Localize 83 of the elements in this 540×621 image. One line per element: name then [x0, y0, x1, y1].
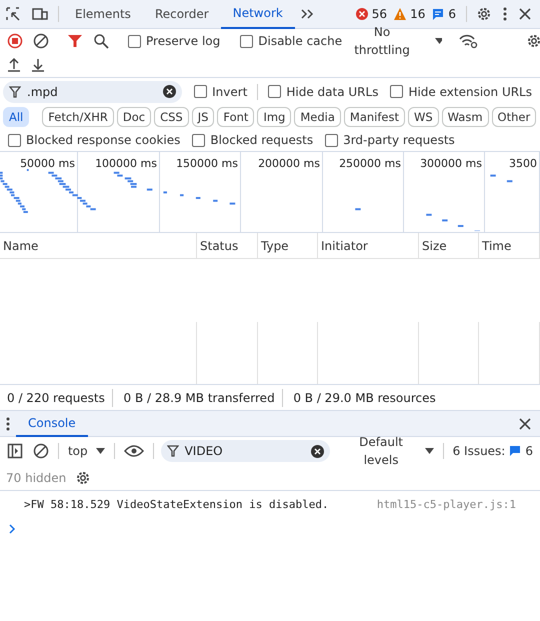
- type-filter[interactable]: Img: [257, 107, 292, 127]
- status-text: 0 / 220 requests: [4, 388, 113, 406]
- time-tick-label: 100000 ms: [95, 157, 157, 170]
- count-text: 16: [410, 6, 426, 23]
- clear-icon[interactable]: [33, 443, 49, 459]
- prompt-icon[interactable]: [8, 524, 16, 534]
- column-header[interactable]: Initiator: [321, 236, 368, 254]
- clear-icon[interactable]: [311, 444, 324, 458]
- checkbox-option[interactable]: Invert: [194, 82, 248, 100]
- drawer-tab[interactable]: Console: [16, 410, 88, 436]
- clear-icon[interactable]: [163, 85, 176, 98]
- inspect-icon[interactable]: [5, 6, 21, 22]
- hidden-count: 70 hidden: [6, 470, 66, 486]
- caret-icon: [434, 38, 442, 44]
- time-tick-label: 50000 ms: [20, 157, 75, 170]
- settings-icon[interactable]: [75, 470, 92, 486]
- export-icon[interactable]: [31, 57, 45, 73]
- checkbox-option[interactable]: Preserve log: [128, 32, 220, 50]
- status-text: 0 B / 28.9 MB transferred: [120, 388, 283, 406]
- count-text: 56: [372, 6, 388, 23]
- type-filter[interactable]: CSS: [154, 107, 189, 127]
- more-menu-icon[interactable]: [5, 416, 11, 432]
- close-icon[interactable]: [518, 416, 532, 430]
- time-tick-label: 250000 ms: [339, 157, 401, 170]
- column-header[interactable]: Type: [261, 236, 289, 254]
- record-stop-icon[interactable]: [7, 33, 23, 49]
- type-filter[interactable]: Wasm: [442, 107, 489, 127]
- settings-icon[interactable]: [526, 33, 540, 49]
- console-message: >FW 58:18.529 VideoStateExtension is disabled.: [24, 497, 329, 513]
- device-toolbar-icon[interactable]: [31, 6, 49, 22]
- panel-tab[interactable]: Network: [220, 0, 295, 28]
- close-icon[interactable]: [518, 7, 532, 21]
- type-filter[interactable]: Media: [294, 107, 341, 127]
- context-dropdown[interactable]: top: [62, 439, 110, 463]
- issues-button[interactable]: 6 Issues: 6: [448, 439, 538, 463]
- column-header[interactable]: Status: [200, 236, 238, 254]
- type-filter[interactable]: Font: [217, 107, 254, 127]
- type-filter[interactable]: Manifest: [344, 107, 405, 127]
- message-icon: [509, 445, 522, 457]
- levels-dropdown[interactable]: Default levels: [336, 439, 439, 463]
- time-tick-label: 3500: [509, 157, 537, 170]
- filter-icon[interactable]: [67, 33, 83, 49]
- error-icon[interactable]: [354, 7, 369, 21]
- time-tick-label: 200000 ms: [258, 157, 320, 170]
- panel-tab[interactable]: Recorder: [142, 0, 221, 28]
- status-text: 0 B / 29.0 MB resources: [292, 390, 437, 406]
- type-filter[interactable]: All: [3, 107, 30, 127]
- type-filter[interactable]: Other: [492, 107, 536, 127]
- checkbox-option[interactable]: 3rd-party requests: [325, 131, 455, 149]
- filter-field[interactable]: .mpd: [3, 80, 182, 102]
- checkbox-option[interactable]: Blocked response cookies: [8, 131, 180, 149]
- more-menu-icon[interactable]: [502, 6, 508, 22]
- caret-icon: [424, 448, 434, 454]
- column-header[interactable]: Time: [482, 236, 512, 254]
- filter-icon: [9, 86, 21, 98]
- panel-tab[interactable]: Elements: [63, 0, 143, 28]
- checkbox-option[interactable]: Blocked requests: [192, 131, 314, 149]
- more-tabs-icon[interactable]: [300, 8, 314, 20]
- settings-icon[interactable]: [476, 6, 492, 22]
- sidebar-icon[interactable]: [7, 443, 23, 459]
- type-filter[interactable]: Doc: [116, 107, 152, 127]
- import-icon[interactable]: [7, 57, 21, 73]
- message-icon[interactable]: [431, 7, 446, 21]
- time-tick-label: 300000 ms: [420, 157, 482, 170]
- type-filter[interactable]: Fetch/XHR: [42, 107, 114, 127]
- type-filter[interactable]: JS: [192, 107, 214, 127]
- source-link[interactable]: html15-c5-player.js:1: [376, 497, 516, 517]
- checkbox-option[interactable]: Hide data URLs: [268, 82, 378, 100]
- search-icon[interactable]: [93, 33, 109, 49]
- filter-icon: [166, 445, 179, 457]
- type-filter[interactable]: WS: [408, 107, 439, 127]
- filter-field[interactable]: VIDEO: [160, 440, 330, 462]
- count-text: 6: [448, 6, 456, 23]
- column-header[interactable]: Size: [422, 236, 447, 254]
- column-header[interactable]: Name: [3, 236, 38, 254]
- eye-icon[interactable]: [124, 444, 144, 458]
- checkbox-option[interactable]: Hide extension URLs: [390, 82, 532, 100]
- warning-icon[interactable]: [393, 7, 408, 21]
- checkbox-option[interactable]: Disable cache: [240, 32, 342, 50]
- time-tick-label: 150000 ms: [176, 157, 238, 170]
- clear-icon[interactable]: [33, 33, 49, 49]
- network-conditions-icon[interactable]: [458, 33, 478, 49]
- caret-icon: [96, 448, 105, 454]
